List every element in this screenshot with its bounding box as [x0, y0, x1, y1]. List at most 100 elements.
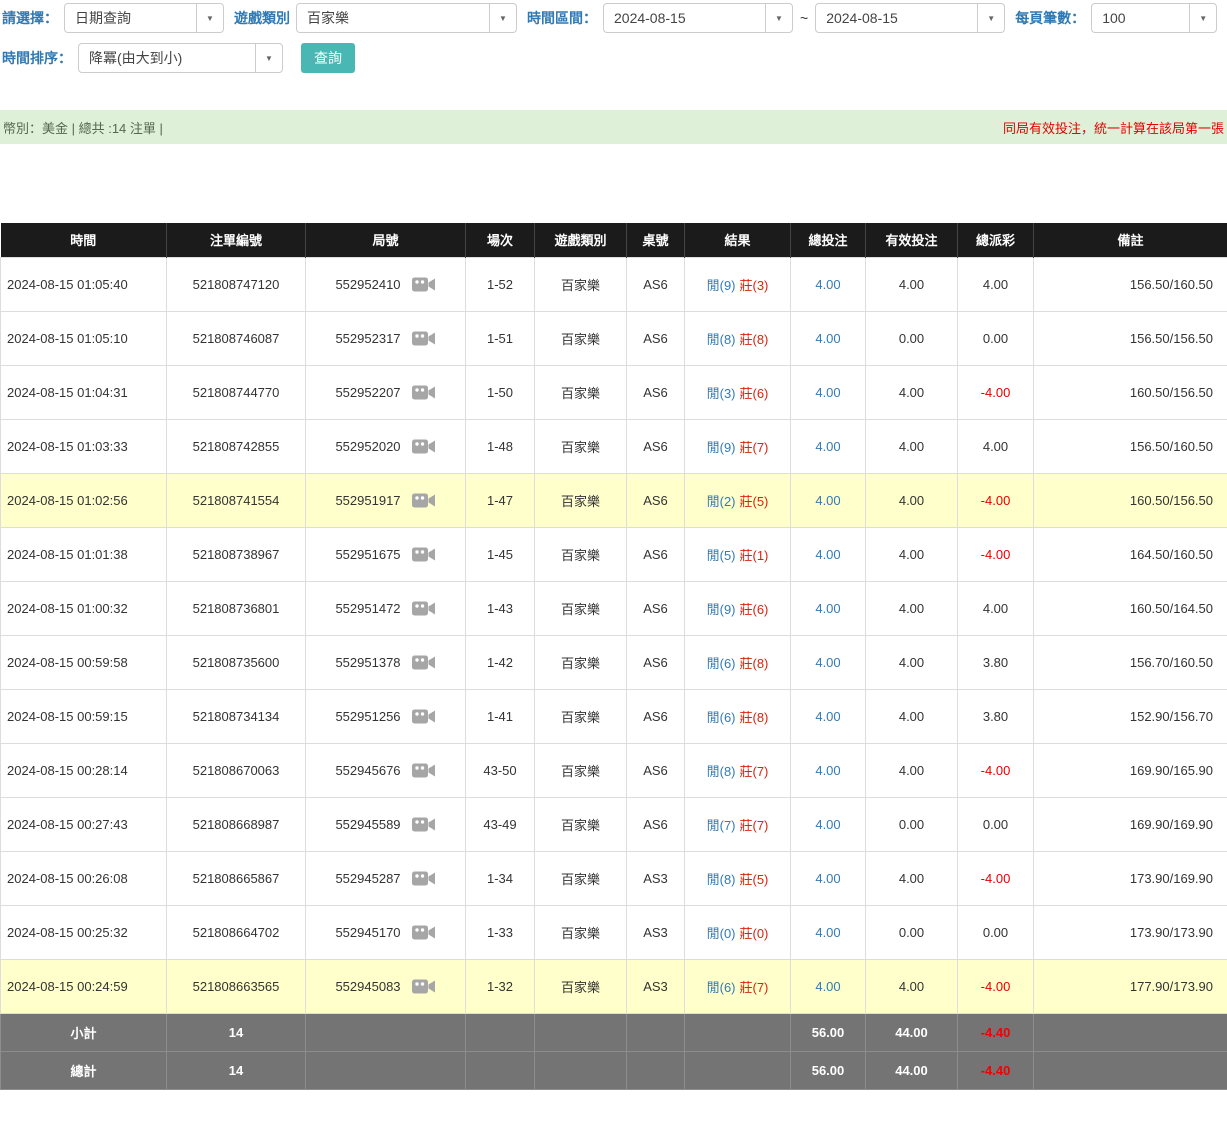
total-bet-cell: 4.00 — [791, 797, 866, 851]
total-bet-link[interactable]: 4.00 — [815, 277, 840, 292]
query-type-value: 日期查詢 — [65, 8, 141, 28]
empty-cell — [1034, 1051, 1227, 1089]
total-bet-link[interactable]: 4.00 — [815, 385, 840, 400]
session-cell: 1-50 — [466, 365, 535, 419]
game-type-cell: 百家樂 — [535, 797, 627, 851]
column-header-3: 場次 — [466, 223, 535, 257]
payout-cell: -4.00 — [958, 959, 1034, 1013]
summary-row: 小計1456.0044.00-4.40 — [1, 1013, 1227, 1051]
bet-id-cell: 521808736801 — [167, 581, 306, 635]
video-icon[interactable] — [411, 976, 436, 997]
valid-bet-cell: 0.00 — [866, 797, 958, 851]
session-cell: 1-32 — [466, 959, 535, 1013]
session-cell: 1-33 — [466, 905, 535, 959]
sort-value: 降冪(由大到小) — [79, 48, 192, 68]
valid-bet-cell: 4.00 — [866, 419, 958, 473]
bet-id-cell: 521808738967 — [167, 527, 306, 581]
time-cell: 2024-08-15 00:59:15 — [1, 689, 167, 743]
column-header-7: 總投注 — [791, 223, 866, 257]
note-cell: 177.90/173.90 — [1034, 959, 1227, 1013]
total-bet-link[interactable]: 4.00 — [815, 439, 840, 454]
player-result: 閒(8) — [707, 332, 736, 347]
total-bet-link[interactable]: 4.00 — [815, 655, 840, 670]
round-cell: 552945589 — [306, 797, 466, 851]
round-number: 552951256 — [335, 709, 400, 724]
note-cell: 156.50/160.50 — [1034, 257, 1227, 311]
video-icon[interactable] — [411, 868, 436, 889]
result-cell: 閒(2)莊(5) — [685, 473, 791, 527]
payout-cell: 0.00 — [958, 797, 1034, 851]
session-cell: 1-45 — [466, 527, 535, 581]
video-icon[interactable] — [411, 814, 436, 835]
session-cell: 1-34 — [466, 851, 535, 905]
currency-total-summary: 幣別：美金 | 總共 :14 注單 | — [3, 118, 163, 137]
empty-cell — [535, 1051, 627, 1089]
total-bet-link[interactable]: 4.00 — [815, 493, 840, 508]
total-bet-cell: 4.00 — [791, 689, 866, 743]
summary-label: 小計 — [1, 1013, 167, 1051]
total-bet-cell: 4.00 — [791, 527, 866, 581]
query-type-select[interactable]: 日期查詢 ▼ — [64, 3, 224, 33]
chevron-down-icon: ▼ — [1189, 4, 1216, 32]
total-bet-link[interactable]: 4.00 — [815, 817, 840, 832]
session-cell: 1-43 — [466, 581, 535, 635]
sort-select[interactable]: 降冪(由大到小) ▼ — [78, 43, 283, 73]
session-cell: 1-41 — [466, 689, 535, 743]
player-result: 閒(6) — [707, 710, 736, 725]
video-icon[interactable] — [411, 706, 436, 727]
player-result: 閒(9) — [707, 602, 736, 617]
player-result: 閒(3) — [707, 386, 736, 401]
video-icon[interactable] — [411, 922, 436, 943]
round-cell: 552952207 — [306, 365, 466, 419]
total-bet-link[interactable]: 4.00 — [815, 871, 840, 886]
total-bet-link[interactable]: 4.00 — [815, 601, 840, 616]
video-icon[interactable] — [411, 598, 436, 619]
banker-result: 莊(7) — [740, 980, 769, 995]
query-button[interactable]: 查詢 — [301, 43, 355, 73]
empty-cell — [685, 1051, 791, 1089]
round-number: 552945083 — [335, 979, 400, 994]
note-cell: 156.50/160.50 — [1034, 419, 1227, 473]
date-to-select[interactable]: 2024-08-15 ▼ — [815, 3, 1005, 33]
round-cell: 552952317 — [306, 311, 466, 365]
column-header-9: 總派彩 — [958, 223, 1034, 257]
page-size-select[interactable]: 100 ▼ — [1091, 3, 1217, 33]
total-bet-link[interactable]: 4.00 — [815, 763, 840, 778]
records-table: 時間注單編號局號場次遊戲類別桌號結果總投注有效投注總派彩備註 2024-08-1… — [0, 223, 1227, 1090]
table-row: 2024-08-15 01:05:10521808746087552952317… — [1, 311, 1227, 365]
total-bet-link[interactable]: 4.00 — [815, 979, 840, 994]
column-header-2: 局號 — [306, 223, 466, 257]
round-cell: 552951256 — [306, 689, 466, 743]
total-bet-link[interactable]: 4.00 — [815, 925, 840, 940]
total-bet-link[interactable]: 4.00 — [815, 331, 840, 346]
table-number-cell: AS6 — [627, 311, 685, 365]
time-cell: 2024-08-15 00:28:14 — [1, 743, 167, 797]
bet-id-cell: 521808734134 — [167, 689, 306, 743]
result-cell: 閒(0)莊(0) — [685, 905, 791, 959]
page-size-value: 100 — [1092, 10, 1135, 26]
video-icon[interactable] — [411, 274, 436, 295]
time-cell: 2024-08-15 00:25:32 — [1, 905, 167, 959]
valid-bet-cell: 4.00 — [866, 635, 958, 689]
video-icon[interactable] — [411, 652, 436, 673]
session-cell: 1-51 — [466, 311, 535, 365]
banker-result: 莊(0) — [740, 926, 769, 941]
time-cell: 2024-08-15 01:04:31 — [1, 365, 167, 419]
table-row: 2024-08-15 01:02:56521808741554552951917… — [1, 473, 1227, 527]
video-icon[interactable] — [411, 382, 436, 403]
round-number: 552951917 — [335, 493, 400, 508]
game-type-cell: 百家樂 — [535, 365, 627, 419]
video-icon[interactable] — [411, 328, 436, 349]
video-icon[interactable] — [411, 436, 436, 457]
video-icon[interactable] — [411, 544, 436, 565]
result-cell: 閒(9)莊(6) — [685, 581, 791, 635]
total-bet-link[interactable]: 4.00 — [815, 547, 840, 562]
round-cell: 552951472 — [306, 581, 466, 635]
total-bet-link[interactable]: 4.00 — [815, 709, 840, 724]
game-type-cell: 百家樂 — [535, 527, 627, 581]
game-type-select[interactable]: 百家樂 ▼ — [296, 3, 517, 33]
video-icon[interactable] — [411, 490, 436, 511]
note-cell: 169.90/169.90 — [1034, 797, 1227, 851]
video-icon[interactable] — [411, 760, 436, 781]
date-from-select[interactable]: 2024-08-15 ▼ — [603, 3, 793, 33]
